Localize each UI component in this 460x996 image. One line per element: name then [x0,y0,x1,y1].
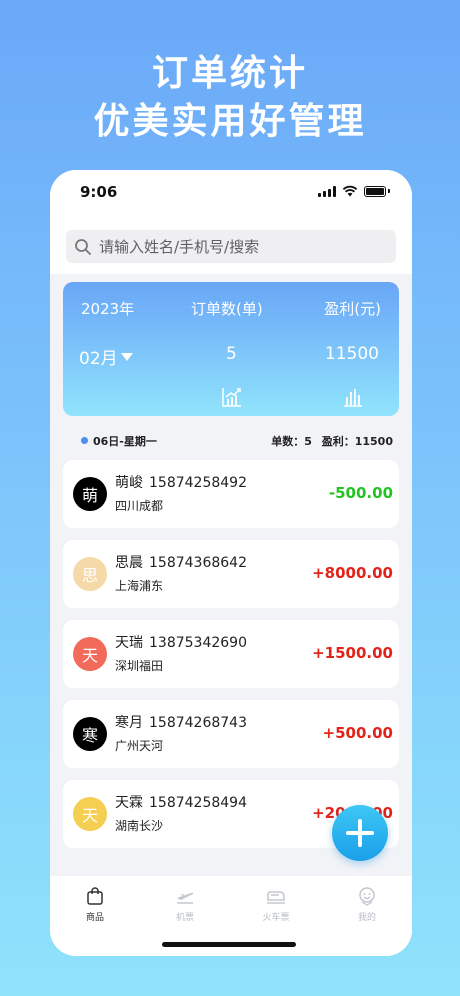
tab-label: 火车票 [262,913,290,923]
tab-label: 我的 [357,913,376,923]
avatar: 萌 [73,477,107,511]
customer-city: 广州天河 [115,739,164,753]
customer-phone: 15874258492 [149,475,247,491]
profit-label: 盈利(元) [324,300,381,318]
customer-name: 寒月 [115,715,143,731]
plane-ticket-icon [177,892,194,904]
order-amount: +500.00 [322,724,393,742]
day-profit: 盈利：11500 [321,435,393,448]
plus-icon [346,819,374,847]
customer-city: 上海浦东 [115,579,164,593]
avatar: 寒 [73,717,107,751]
tab-train[interactable]: 火车票 [246,886,306,923]
caret-down-icon [120,352,133,361]
battery-icon [364,185,386,197]
promo-subtitle: 优美实用好管理 [93,101,367,142]
status-bar: 9:06 [50,170,412,214]
customer-name: 天瑞 [115,635,143,651]
search-icon [75,238,91,255]
bar-chart-icon[interactable] [342,386,364,408]
day-date: 06日-星期一 [93,435,157,448]
month-selector[interactable]: 02月 [79,344,133,369]
orders-value: 5 [226,344,237,364]
order-amount: +1500.00 [312,644,393,662]
signal-icon [318,185,336,197]
day-orders: 单数：5 [271,435,312,448]
customer-phone: 15874368642 [149,555,247,571]
order-row[interactable]: 寒 寒月 15874268743 广州天河 +500.00 [63,700,399,768]
customer-phone: 13875342690 [149,635,247,651]
customer-city: 四川成都 [115,499,164,513]
customer-phone: 15874258494 [149,795,247,811]
date-dot [81,437,88,444]
order-amount: +8000.00 [312,564,393,582]
tab-label: 机票 [175,913,194,923]
line-chart-icon[interactable] [221,386,243,408]
add-order-button[interactable] [332,805,388,861]
orders-label: 订单数(单) [191,300,263,318]
avatar: 天 [73,797,107,831]
day-summary: 单数：5 盈利：11500 [265,433,393,449]
tab-flights[interactable]: 机票 [155,886,215,923]
order-row[interactable]: 思 思晨 15874368642 上海浦东 +8000.00 [63,540,399,608]
customer-phone: 15874268743 [149,715,247,731]
customer-city: 湖南长沙 [115,819,164,833]
promo-title: 订单统计 [151,53,308,94]
search-input[interactable] [97,236,391,257]
profit-value: 11500 [324,344,379,364]
summary-card: 2023年 订单数(单) 盈利(元) 02月 5 11500 [63,282,399,416]
order-amount: -500.00 [328,484,393,502]
month-value: 02月 [79,349,118,369]
day-header: 06日-星期一 单数：5 盈利：11500 [63,430,399,452]
search-bar[interactable] [66,230,396,263]
order-list: 萌 萌峻 15874258492 四川成都 -500.00 思 思晨 1587436… [63,460,399,860]
order-row[interactable]: 天 天瑞 13875342690 深圳福田 +1500.00 [63,620,399,688]
year-label: 2023年 [81,300,135,318]
customer-name: 思晨 [115,555,143,571]
tab-mine[interactable]: 我的 [337,886,397,923]
train-icon [267,891,285,904]
tab-label: 商品 [85,913,104,923]
customer-city: 深圳福田 [115,659,164,673]
shopping-bag-icon [87,887,103,905]
customer-name: 萌峻 [115,475,143,491]
order-row[interactable]: 萌 萌峻 15874258492 四川成都 -500.00 [63,460,399,528]
status-time: 9:06 [80,183,118,201]
profile-icon [359,887,375,906]
avatar: 思 [73,557,107,591]
avatar: 天 [73,637,107,671]
customer-name: 天霖 [115,795,143,811]
wifi-icon [342,185,358,197]
phone-screen: 9:06 2023年 订单数(单) 盈利(元) 02 [50,170,412,956]
home-indicator [162,942,296,947]
tab-goods[interactable]: 商品 [65,886,125,923]
